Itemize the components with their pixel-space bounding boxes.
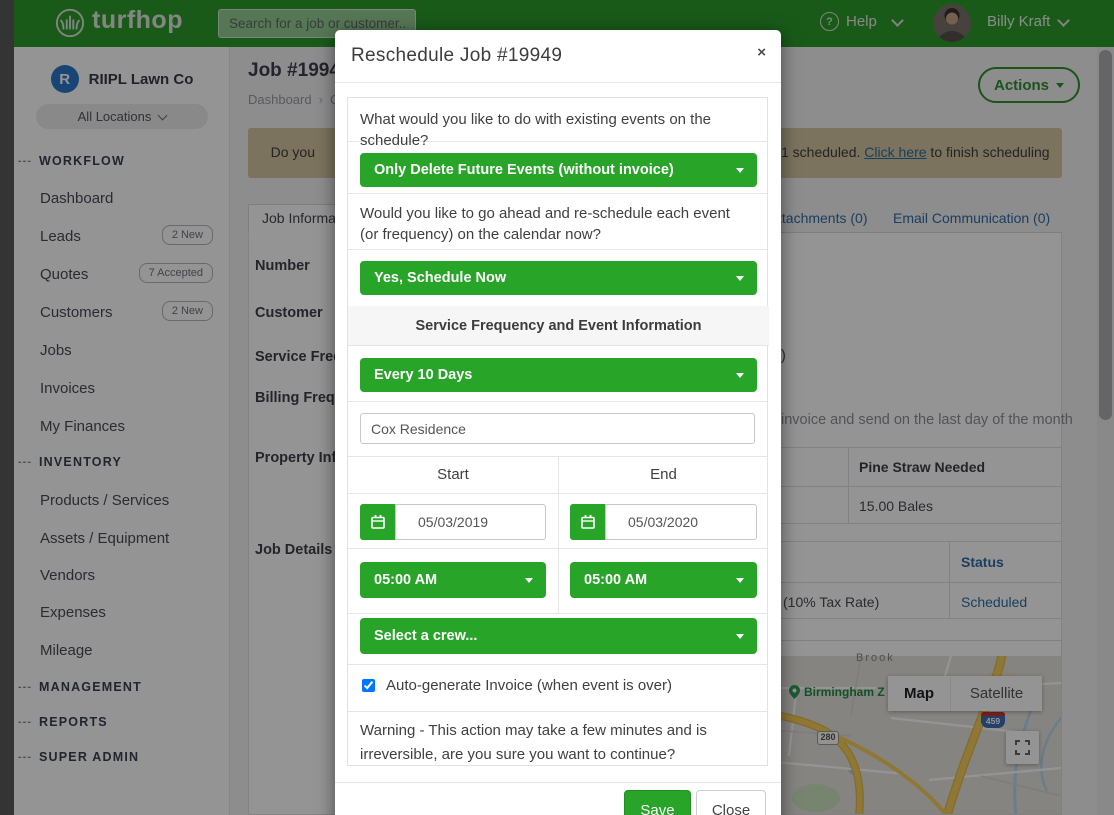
modal-form-box: What would you like to do with existing … [347, 97, 768, 766]
warning-text: Warning - This action may take a few min… [360, 719, 760, 767]
crew-select[interactable]: Select a crew... [360, 618, 757, 654]
end-date-input[interactable] [605, 504, 757, 540]
calendar-icon [580, 514, 596, 530]
frequency-select[interactable]: Every 10 Days [360, 358, 757, 392]
reschedule-job-modal: Reschedule Job #19949 × What would you l… [335, 30, 781, 815]
end-column-header: End [558, 466, 769, 483]
caret-down-icon [525, 578, 533, 583]
job-name-input[interactable] [360, 413, 755, 444]
auto-invoice-checkbox[interactable] [362, 679, 375, 692]
start-date-input[interactable] [395, 504, 546, 540]
modal-title: Reschedule Job #19949 [351, 45, 562, 67]
caret-down-icon [736, 578, 744, 583]
existing-events-select[interactable]: Only Delete Future Events (without invoi… [360, 153, 757, 187]
end-time-select[interactable]: 05:00 AM [570, 562, 757, 598]
start-date-calendar-button[interactable] [360, 504, 395, 540]
reschedule-now-select[interactable]: Yes, Schedule Now [360, 261, 757, 295]
existing-events-question: What would you like to do with existing … [360, 109, 757, 151]
reschedule-now-question: Would you like to go ahead and re-schedu… [360, 203, 750, 245]
calendar-icon [370, 514, 386, 530]
app-screen: turfhop ? Help Billy Kraft R RIIPL Lawn … [0, 0, 1114, 815]
caret-down-icon [736, 373, 744, 378]
section-header: Service Frequency and Event Information [348, 306, 769, 346]
caret-down-icon [736, 168, 744, 173]
caret-down-icon [736, 634, 744, 639]
close-button[interactable]: Close [696, 790, 766, 815]
auto-invoice-label[interactable]: Auto-generate Invoice (when event is ove… [386, 677, 672, 694]
start-time-select[interactable]: 05:00 AM [360, 562, 546, 598]
end-date-calendar-button[interactable] [570, 504, 605, 540]
caret-down-icon [736, 276, 744, 281]
modal-close-button[interactable]: × [757, 46, 766, 60]
start-column-header: Start [348, 466, 558, 483]
save-button[interactable]: Save [624, 790, 691, 815]
